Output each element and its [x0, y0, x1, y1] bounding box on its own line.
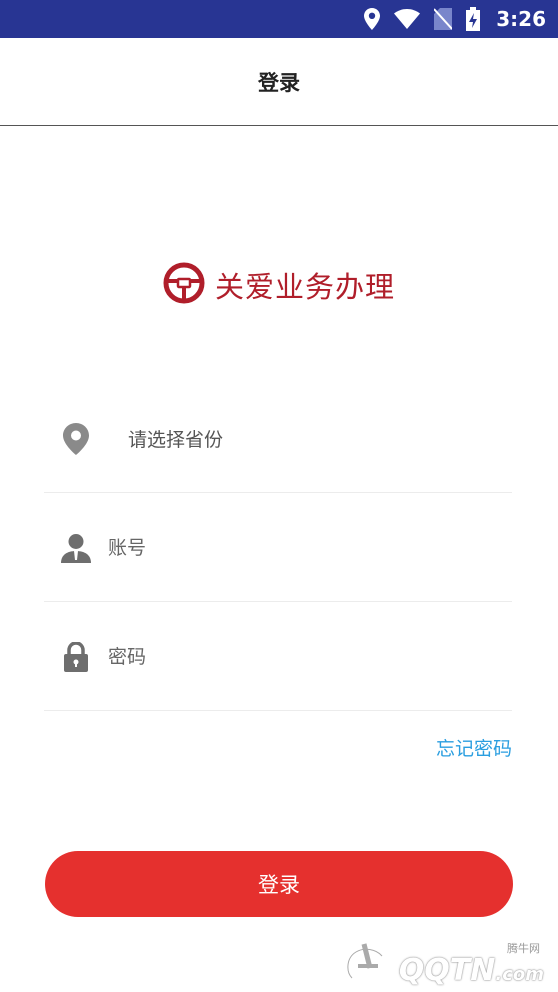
logo-text: 关爱业务办理	[214, 270, 395, 304]
title-bar: 登录	[0, 38, 558, 126]
battery-charging-icon	[466, 7, 481, 31]
page-title: 登录	[258, 70, 300, 95]
account-field-row	[44, 494, 512, 602]
province-selector[interactable]: 请选择省份	[44, 385, 512, 493]
user-icon	[44, 533, 108, 563]
location-icon	[364, 8, 381, 30]
watermark: 腾牛网 QQTN.com	[342, 940, 552, 988]
wifi-icon	[394, 9, 421, 29]
password-field-row	[44, 603, 512, 711]
watermark-brand: QQTN	[398, 953, 496, 988]
steering-wheel-icon	[163, 262, 205, 308]
lock-icon	[44, 641, 108, 672]
app-logo: 关爱业务办理	[0, 262, 558, 308]
password-input[interactable]	[108, 636, 468, 677]
status-bar: 3:26	[0, 0, 558, 38]
watermark-big-text: QQTN.com	[399, 953, 544, 988]
watermark-suffix: .com	[495, 964, 544, 985]
forgot-password-link[interactable]: 忘记密码	[436, 734, 512, 761]
status-time: 3:26	[496, 7, 546, 31]
account-input[interactable]	[108, 527, 468, 568]
location-pin-icon	[44, 422, 108, 455]
province-select-label: 请选择省份	[128, 429, 224, 451]
no-sim-icon	[434, 8, 453, 30]
login-button[interactable]: 登录	[45, 851, 513, 917]
watermark-logo-icon	[342, 938, 392, 988]
